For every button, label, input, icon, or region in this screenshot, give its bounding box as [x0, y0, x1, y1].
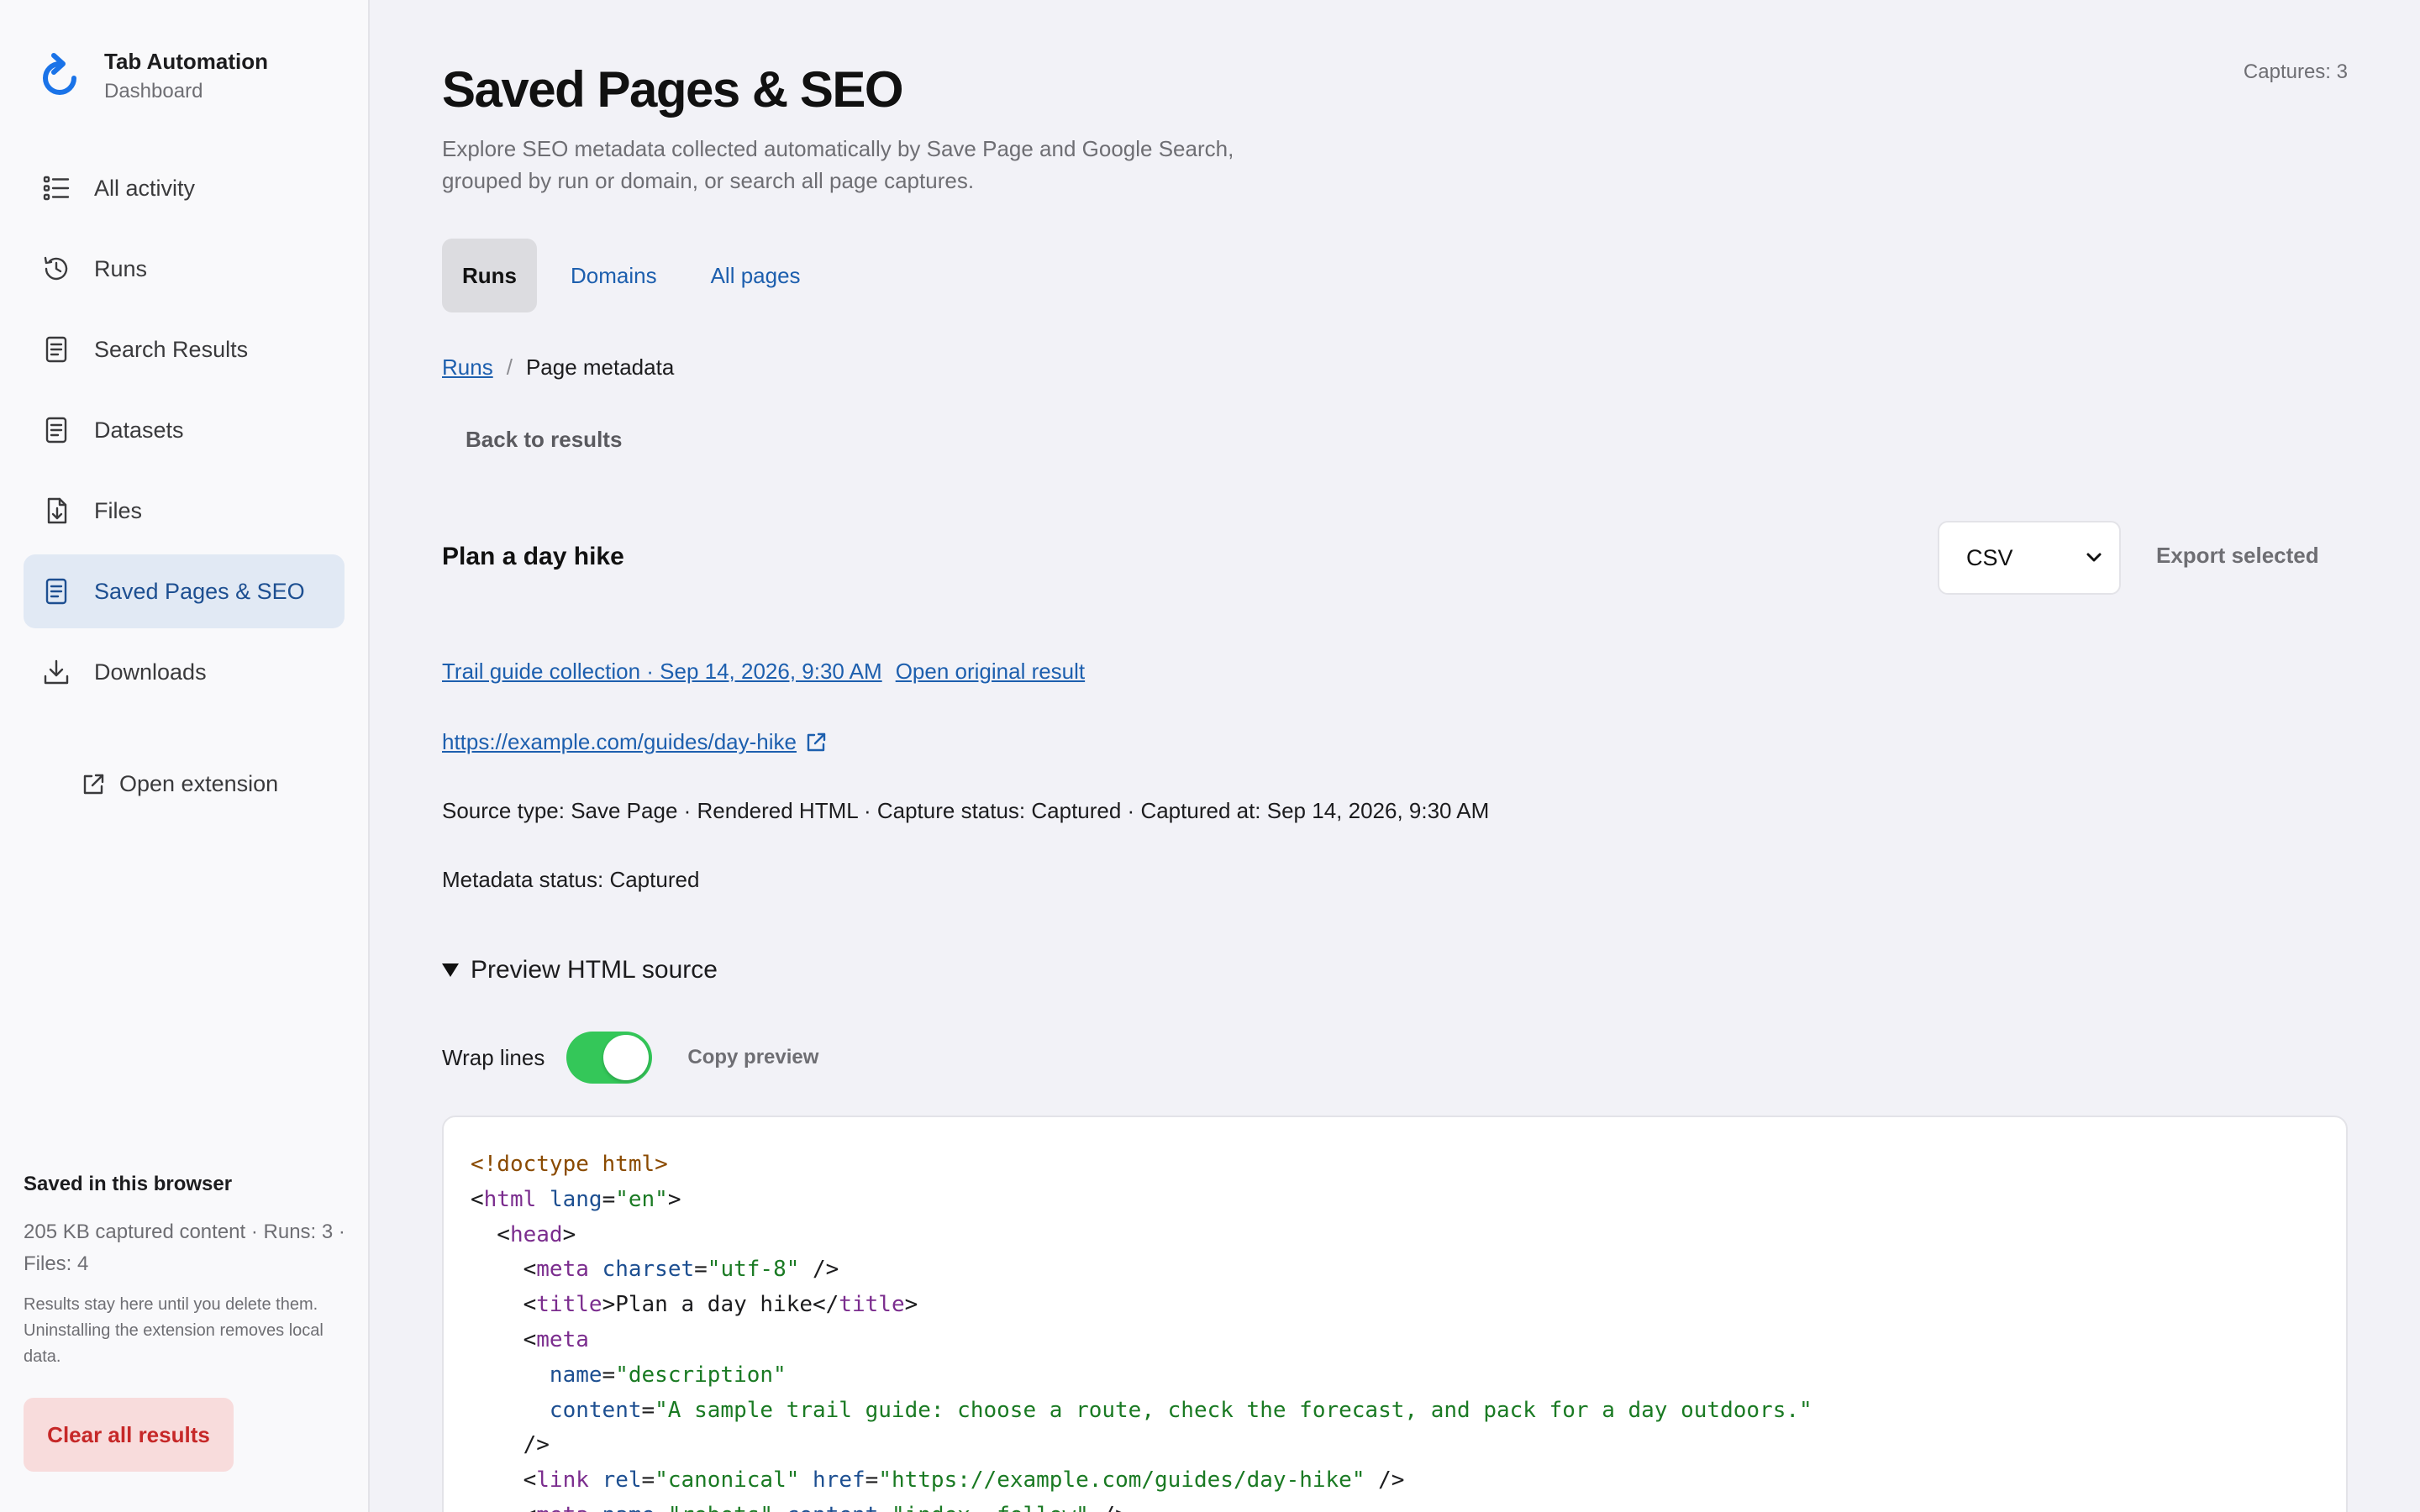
code-line: <meta — [471, 1326, 589, 1352]
open-extension-button[interactable]: Open extension — [81, 771, 278, 797]
external-link-icon — [83, 774, 104, 794]
code-line: <meta name="robots" content="index, foll… — [471, 1499, 2319, 1512]
open-original-result-link[interactable]: Open original result — [896, 659, 1085, 685]
run-link[interactable]: Trail guide collection · Sep 14, 2026, 9… — [442, 659, 882, 685]
export-selected-button[interactable]: Export selected — [2156, 543, 2319, 569]
code-line: /> — [471, 1432, 550, 1458]
page-url-text: https://example.com/guides/day-hike — [442, 729, 797, 754]
metadata-status: Metadata status: Captured — [442, 867, 700, 892]
copy-preview-button[interactable]: Copy preview — [687, 1046, 818, 1069]
sidebar-item-label: Datasets — [94, 417, 184, 443]
sidebar-item-runs[interactable]: Runs — [24, 232, 345, 306]
source-info: Source type: Save Page · Rendered HTML ·… — [442, 798, 1490, 823]
clear-all-results-button[interactable]: Clear all results — [24, 1398, 234, 1472]
tab-all-pages[interactable]: All pages — [691, 239, 821, 312]
history-icon — [44, 256, 68, 281]
sidebar-item-label: Files — [94, 497, 143, 523]
preview-html-toggle[interactable]: Preview HTML source — [442, 956, 718, 984]
export-format-value: CSV — [1966, 544, 2013, 570]
sidebar-item-label: Saved Pages & SEO — [94, 578, 305, 604]
sidebar-item-label: Downloads — [94, 659, 207, 685]
brand: Tab Automation Dashboard — [40, 47, 268, 108]
export-format-select[interactable]: CSV — [1938, 521, 2121, 595]
code-line: <!doctype html> — [471, 1152, 668, 1177]
code-line: <link rel="canonical" href="https://exam… — [471, 1467, 1405, 1494]
document-icon — [45, 417, 67, 444]
html-source-preview: <!doctype html> <html lang="en"> <head> … — [442, 1116, 2348, 1512]
breadcrumb-runs-link[interactable]: Runs — [442, 354, 493, 381]
list-icon — [43, 176, 70, 201]
run-links: Trail guide collection · Sep 14, 2026, 9… — [442, 659, 1098, 685]
sidebar-item-label: Runs — [94, 255, 148, 281]
page-title: Saved Pages & SEO — [442, 61, 904, 118]
sidebar-item-search-results[interactable]: Search Results — [24, 312, 345, 386]
back-to-results-button[interactable]: Back to results — [466, 427, 622, 453]
storage-usage: 205 KB captured content · Runs: 3 · File… — [24, 1221, 345, 1275]
tab-runs[interactable]: Runs — [442, 239, 537, 312]
page-url-link[interactable]: https://example.com/guides/day-hike — [442, 729, 827, 755]
file-download-icon — [47, 497, 67, 524]
refresh-logo-icon — [43, 53, 76, 95]
sidebar-item-all-activity[interactable]: All activity — [24, 151, 345, 225]
breadcrumb: Runs / Page metadata — [442, 354, 674, 381]
chevron-down-icon — [2086, 553, 2102, 562]
brand-title: Tab Automation — [104, 49, 268, 74]
wrap-lines-toggle[interactable] — [566, 1032, 653, 1084]
captures-count: Captures: 3 — [2243, 60, 2348, 83]
sidebar-item-label: Search Results — [94, 336, 249, 362]
storage-title: Saved in this browser — [24, 1173, 233, 1195]
main-content: Captures: 3 Saved Pages & SEO Explore SE… — [442, 0, 2348, 1512]
storage-note: Results stay here until you delete them.… — [24, 1295, 324, 1366]
sidebar-item-downloads[interactable]: Downloads — [24, 635, 345, 709]
sidebar-nav: All activity Runs Search Results Dataset… — [24, 151, 345, 716]
document-icon — [45, 578, 67, 605]
code-line: <meta charset="utf-8" /> — [471, 1257, 839, 1283]
breadcrumb-separator: / — [506, 354, 513, 380]
result-title: Plan a day hike — [442, 543, 624, 570]
open-extension-label: Open extension — [119, 771, 279, 796]
code-line: <head> — [471, 1221, 576, 1247]
sidebar: Tab Automation Dashboard All activity Ru… — [0, 0, 370, 1512]
download-icon — [44, 659, 69, 685]
sidebar-item-files[interactable]: Files — [24, 474, 345, 548]
wrap-lines-label: Wrap lines — [442, 1044, 545, 1070]
toggle-knob — [603, 1035, 650, 1080]
code-line: content="A sample trail guide: choose a … — [549, 1397, 1812, 1423]
code-line: <html lang="en"> — [471, 1186, 681, 1212]
page-description: Explore SEO metadata collected automatic… — [442, 136, 1234, 193]
view-tabs: Runs Domains All pages — [442, 239, 834, 312]
tab-domains[interactable]: Domains — [550, 239, 677, 312]
sidebar-item-saved-pages-seo[interactable]: Saved Pages & SEO — [24, 554, 345, 628]
sidebar-item-label: All activity — [94, 175, 196, 201]
breadcrumb-current: Page metadata — [525, 354, 675, 380]
disclosure-triangle-icon — [442, 963, 459, 977]
brand-subtitle: Dashboard — [104, 80, 203, 102]
preview-summary-label: Preview HTML source — [471, 956, 718, 984]
external-link-icon — [807, 732, 826, 751]
preview-controls: Wrap lines Copy preview — [442, 1032, 818, 1084]
document-icon — [45, 336, 67, 363]
code-line: name="description" — [549, 1362, 786, 1388]
storage-info: Saved in this browser 205 KB captured co… — [24, 1173, 351, 1370]
code-line: <title>Plan a day hike</title> — [471, 1292, 918, 1318]
sidebar-item-datasets[interactable]: Datasets — [24, 393, 345, 467]
